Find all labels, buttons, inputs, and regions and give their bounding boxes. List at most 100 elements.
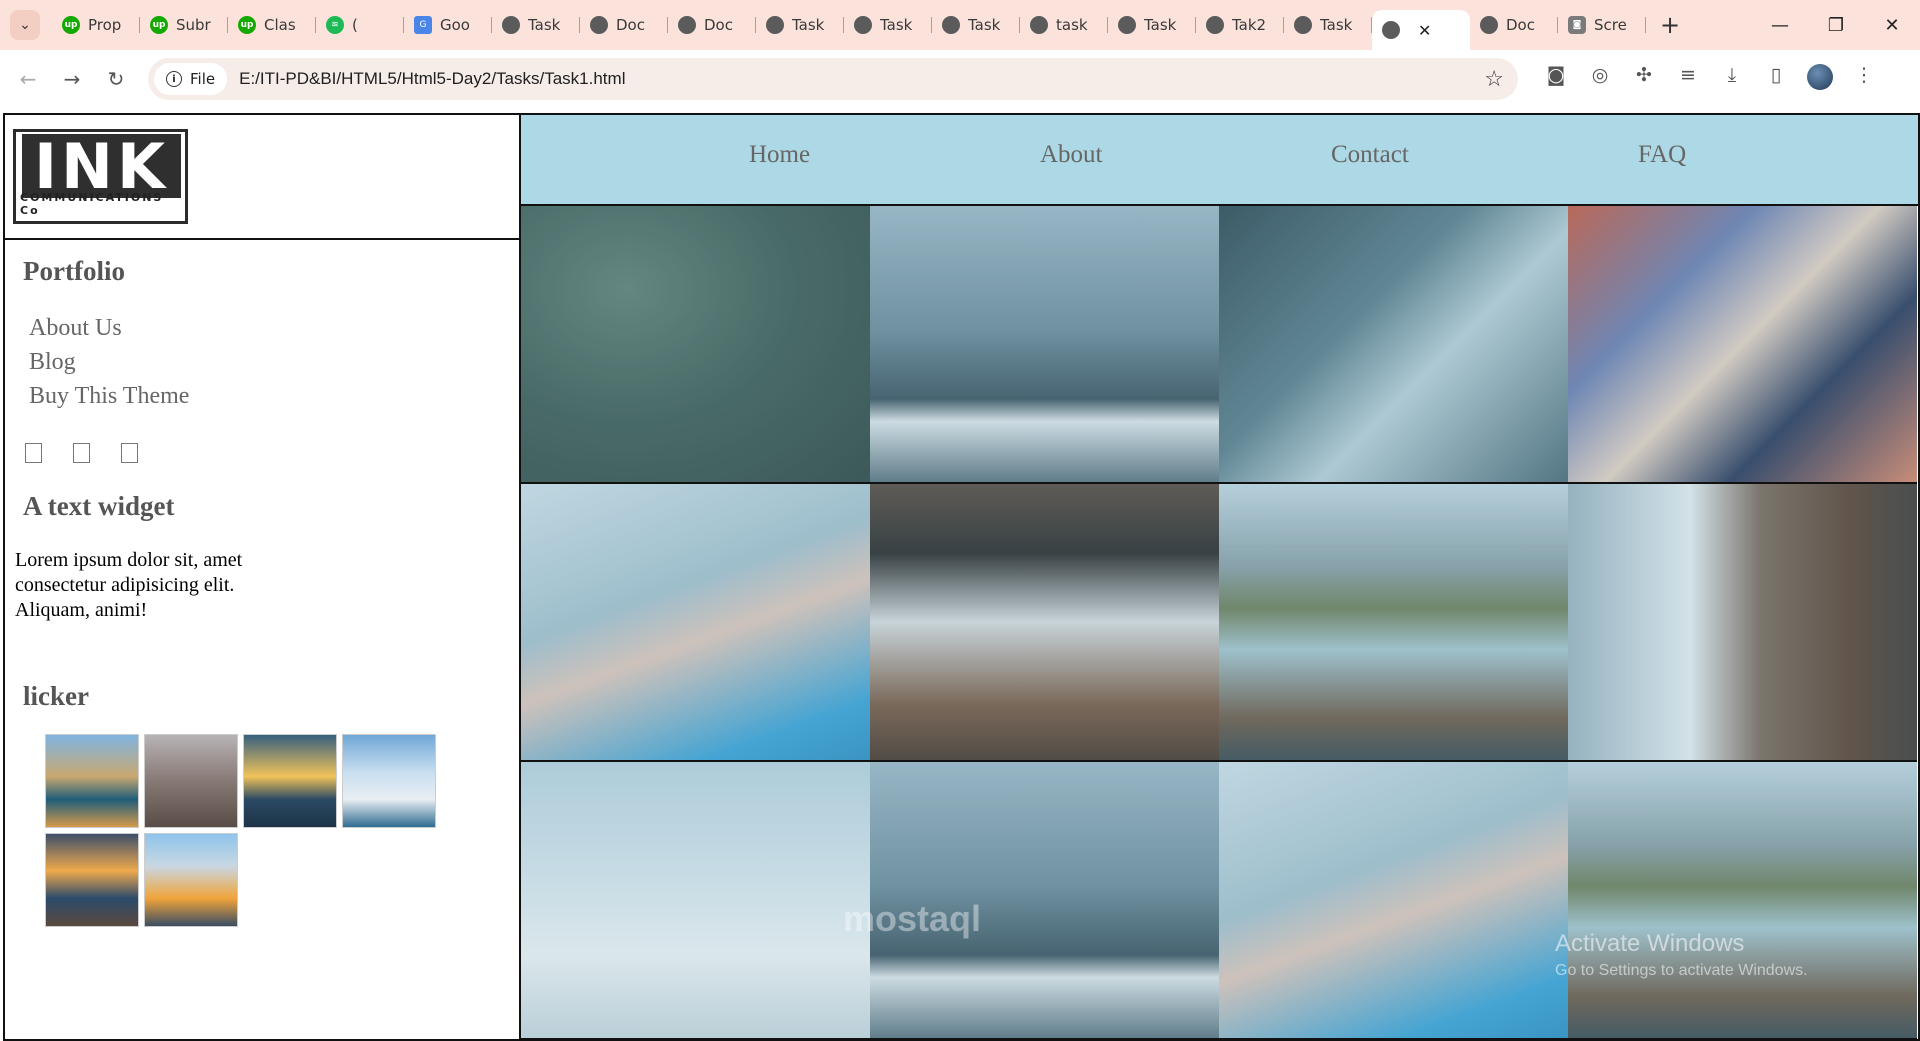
tab-title: Tak2 <box>1232 16 1267 34</box>
tab-title: Doc <box>616 16 645 34</box>
window-controls: — ❐ ✕ <box>1752 0 1920 50</box>
forward-button[interactable]: → <box>52 67 92 91</box>
side-panel-icon[interactable]: ▯ <box>1754 64 1798 95</box>
gallery-image-glass-buildings[interactable] <box>1219 206 1568 484</box>
mostaql-watermark: mostaql <box>843 898 982 939</box>
text-widget-body: Lorem ipsum dolor sit, amet consectetur … <box>15 549 243 621</box>
logo-word: INK <box>22 134 181 200</box>
flicker-thumbnails <box>45 734 519 927</box>
profile-avatar[interactable] <box>1798 63 1842 95</box>
new-tab-button[interactable]: + <box>1660 11 1680 39</box>
gallery-image-phone-graffiti[interactable] <box>1568 206 1917 484</box>
gallery-image-smartwatch-hand-2[interactable] <box>1219 762 1568 1040</box>
image-gallery <box>521 206 1918 1040</box>
nav-contact[interactable]: Contact <box>1331 141 1409 169</box>
globe-icon <box>766 16 784 34</box>
flicker-heading: licker <box>23 681 89 711</box>
browser-tab[interactable]: ◙ Scre <box>1558 8 1646 42</box>
camera-icon[interactable]: ◙ <box>1534 64 1578 95</box>
chevron-down-icon: ⌄ <box>19 17 31 33</box>
tab-search-button[interactable]: ⌄ <box>10 10 40 40</box>
browser-tab[interactable]: up Prop <box>52 8 140 42</box>
browser-tab[interactable]: up Clas <box>228 8 316 42</box>
globe-icon <box>1206 16 1224 34</box>
browser-tab[interactable]: Task <box>756 8 844 42</box>
gallery-image-smartwatch-hand[interactable] <box>521 484 870 762</box>
browser-tab[interactable]: Tak2 <box>1196 8 1284 42</box>
close-window-icon[interactable]: ✕ <box>1864 0 1920 50</box>
gallery-image-laptop-typing[interactable] <box>870 484 1219 762</box>
sidebar-link-about-us[interactable]: About Us <box>29 311 519 345</box>
gallery-image-desk-keyboard[interactable] <box>870 206 1219 484</box>
browser-tab[interactable]: Task <box>844 8 932 42</box>
nav-home[interactable]: Home <box>749 141 810 169</box>
browser-tab[interactable]: Doc <box>668 8 756 42</box>
flicker-thumb-tower[interactable] <box>342 734 436 828</box>
browser-tab[interactable]: Doc <box>1470 8 1558 42</box>
sidebar: INK COMMUNICATIONS Co Portfolio About Us… <box>3 113 521 1041</box>
gallery-image-palm-leaves[interactable] <box>521 206 870 484</box>
site-info-chip[interactable]: i File <box>154 63 228 95</box>
flicker-thumb-balloons[interactable] <box>144 734 238 828</box>
sidebar-link-buy-theme[interactable]: Buy This Theme <box>29 379 519 413</box>
logo-area: INK COMMUNICATIONS Co <box>5 115 519 240</box>
browser-tab[interactable]: G Goo <box>404 8 492 42</box>
upwork-icon: up <box>62 16 80 34</box>
globe-icon <box>942 16 960 34</box>
social-icons <box>25 443 519 463</box>
browser-tab[interactable]: Task <box>1284 8 1372 42</box>
nav-faq[interactable]: FAQ <box>1638 141 1686 169</box>
site-info-label: File <box>190 70 216 88</box>
flicker-thumb-river-sunset[interactable] <box>243 734 337 828</box>
close-tab-icon[interactable]: ✕ <box>1418 21 1431 40</box>
top-navigation: Home About Contact FAQ <box>521 115 1918 206</box>
tab-strip: ⌄ up Prop up Subr up Clas ≋(G Goo Task Doc Doc Task… <box>0 0 1920 50</box>
flicker-thumb-london[interactable] <box>144 833 238 927</box>
browser-tab[interactable]: Task <box>932 8 1020 42</box>
browser-tab[interactable]: ≋( <box>316 8 404 42</box>
address-bar[interactable]: i File E:/ITI-PD&BI/HTML5/Html5-Day2/Tas… <box>148 58 1518 100</box>
gallery-image-lake-mountains[interactable] <box>1219 484 1568 762</box>
tab-title: Task <box>880 16 913 34</box>
tab-title: Task <box>792 16 825 34</box>
browser-tab[interactable]: Doc <box>580 8 668 42</box>
restore-icon[interactable]: ❐ <box>1808 0 1864 50</box>
tab-title: Task <box>528 16 561 34</box>
sync-icon[interactable]: ◎ <box>1578 64 1622 95</box>
camera-icon: ◙ <box>1568 16 1586 34</box>
social-icon-2[interactable] <box>73 443 90 463</box>
browser-tab[interactable]: ✕ <box>1372 10 1470 50</box>
spotify-icon: ≋ <box>326 16 344 34</box>
toolbar-icons: ◙ ◎ ✣ ≡ ⤓ ▯ ⋮ <box>1534 63 1886 95</box>
minimize-icon[interactable]: — <box>1752 0 1808 50</box>
bookmark-star-icon[interactable]: ☆ <box>1484 67 1504 92</box>
tab-title: Scre <box>1594 16 1627 34</box>
nav-about[interactable]: About <box>1040 141 1103 169</box>
browser-tab[interactable]: up Subr <box>140 8 228 42</box>
sidebar-link-blog[interactable]: Blog <box>29 345 519 379</box>
flicker-thumb-nile[interactable] <box>45 734 139 828</box>
extensions-icon[interactable]: ✣ <box>1622 64 1666 95</box>
globe-icon <box>1294 16 1312 34</box>
reload-button[interactable]: ↻ <box>96 67 136 91</box>
gallery-image-waterfall-cliff[interactable] <box>1568 484 1917 762</box>
back-button[interactable]: ← <box>8 67 48 91</box>
social-icon-3[interactable] <box>121 443 138 463</box>
translate-icon: G <box>414 16 432 34</box>
social-icon-1[interactable] <box>25 443 42 463</box>
browser-toolbar: ← → ↻ i File E:/ITI-PD&BI/HTML5/Html5-Da… <box>0 50 1920 108</box>
gallery-image-lake-dock[interactable] <box>1568 762 1917 1040</box>
media-icon[interactable]: ≡ <box>1666 64 1710 95</box>
tab-title: Doc <box>704 16 733 34</box>
browser-tab[interactable]: task <box>1020 8 1108 42</box>
flicker-thumb-pyramids[interactable] <box>45 833 139 927</box>
browser-tab[interactable]: Task <box>1108 8 1196 42</box>
ink-logo[interactable]: INK COMMUNICATIONS Co <box>13 129 188 224</box>
download-icon[interactable]: ⤓ <box>1710 64 1754 95</box>
info-icon: i <box>166 71 182 87</box>
menu-icon[interactable]: ⋮ <box>1842 64 1886 95</box>
gallery-image-city-fog[interactable] <box>521 762 870 1040</box>
url-text[interactable]: E:/ITI-PD&BI/HTML5/Html5-Day2/Tasks/Task… <box>239 69 625 89</box>
browser-tab[interactable]: Task <box>492 8 580 42</box>
main-content: Home About Contact FAQ <box>521 113 1920 1041</box>
